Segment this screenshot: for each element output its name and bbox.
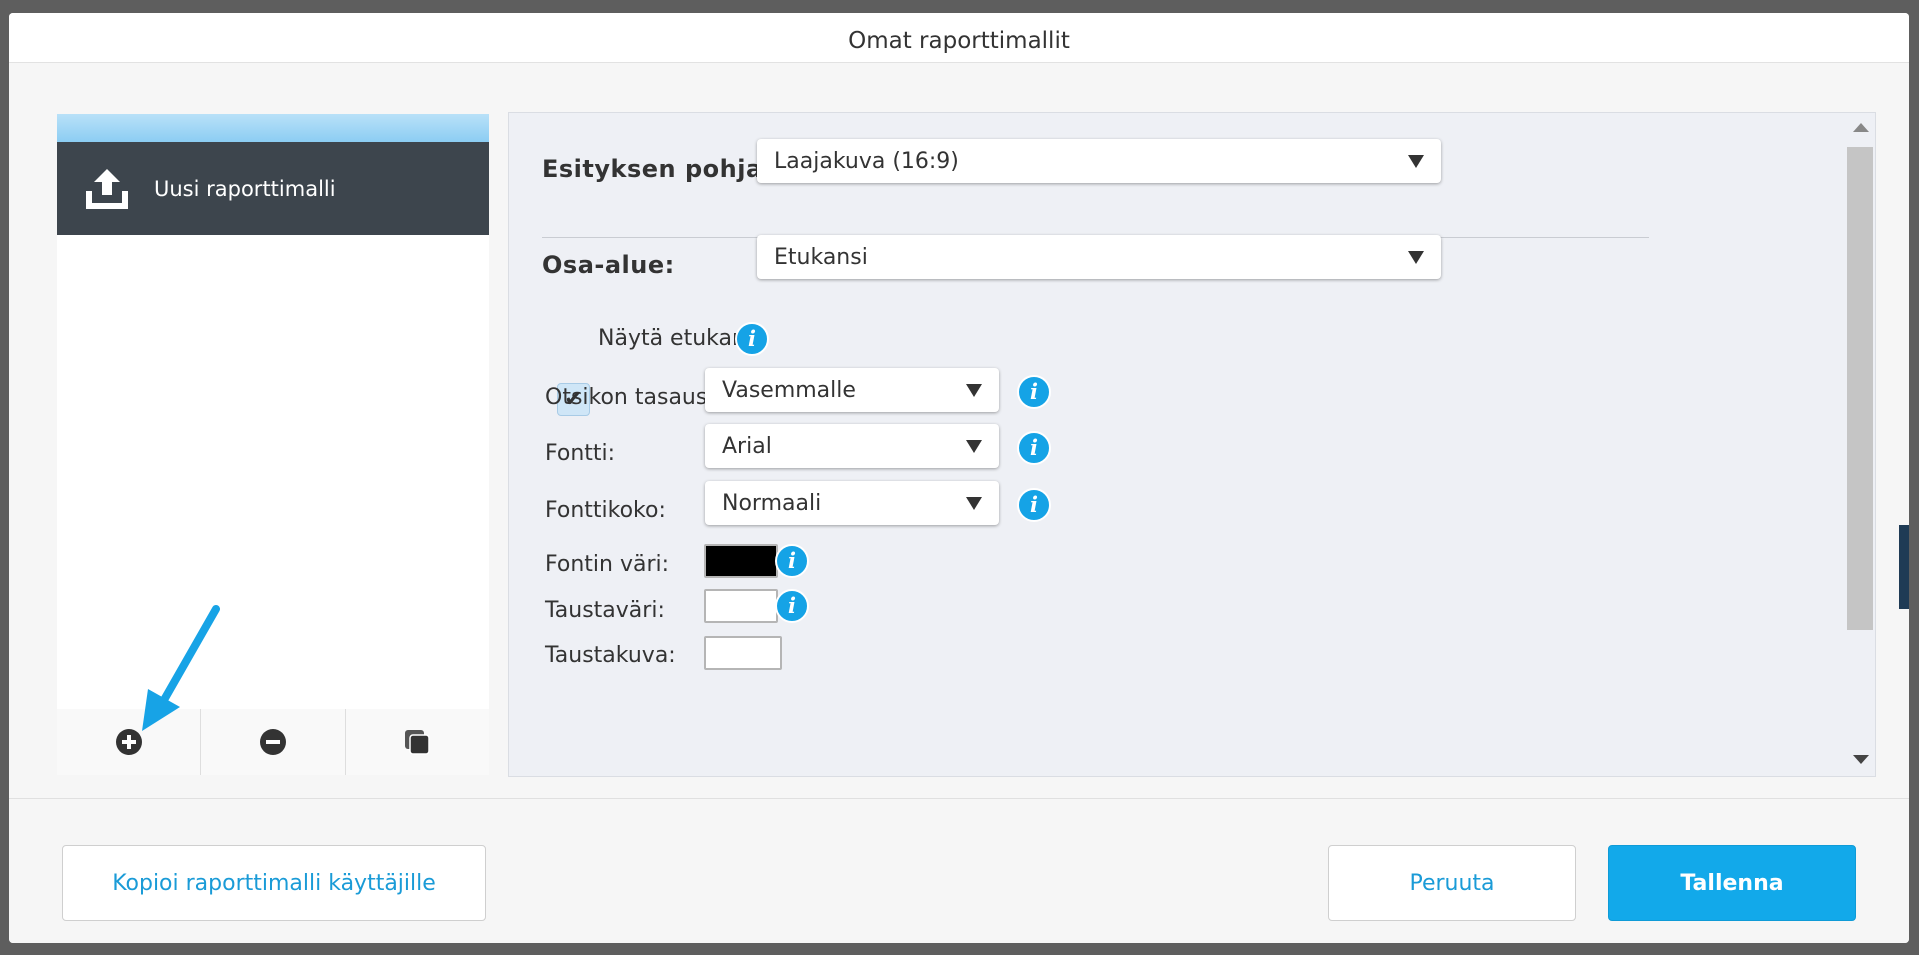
background-color-swatch[interactable] — [704, 589, 778, 623]
title-alignment-label: Otsikon tasaus: — [545, 385, 715, 410]
chevron-down-icon — [966, 440, 982, 453]
copy-template-button[interactable]: Kopioi raporttimalli käyttäjille — [62, 845, 486, 921]
scroll-thumb[interactable] — [1847, 147, 1873, 630]
presentation-base-value: Laajakuva (16:9) — [774, 148, 959, 174]
title-alignment-value: Vasemmalle — [722, 377, 856, 403]
scroll-up-icon[interactable] — [1853, 123, 1869, 132]
section-value: Etukansi — [774, 244, 868, 270]
font-size-value: Normaali — [722, 490, 822, 516]
remove-template-button[interactable] — [201, 709, 346, 775]
chevron-down-icon — [966, 384, 982, 397]
info-icon[interactable]: i — [1017, 431, 1051, 465]
template-item-label: Uusi raporttimalli — [154, 176, 336, 201]
template-settings-panel: Esityksen pohja: Laajakuva (16:9) Osa-al… — [508, 112, 1876, 777]
minus-circle-icon — [259, 729, 286, 755]
dialog-title: Omat raporttimallit — [9, 13, 1909, 63]
dialog-footer: Kopioi raporttimalli käyttäjille Peruuta… — [9, 798, 1909, 943]
section-label: Osa-alue: — [542, 251, 675, 279]
section-select[interactable]: Etukansi — [757, 235, 1441, 279]
template-toolbar — [57, 709, 489, 775]
chevron-down-icon — [1408, 155, 1424, 168]
font-value: Arial — [722, 433, 772, 459]
font-size-select[interactable]: Normaali — [705, 481, 999, 525]
font-color-label: Fontin väri: — [545, 552, 670, 577]
cancel-button[interactable]: Peruuta — [1328, 845, 1576, 921]
report-templates-dialog: Omat raporttimallit Uusi raporttimalli E… — [9, 13, 1909, 943]
title-alignment-select[interactable]: Vasemmalle — [705, 368, 999, 412]
info-icon[interactable]: i — [1017, 488, 1051, 522]
duplicate-icon — [405, 730, 431, 755]
font-label: Fontti: — [545, 441, 616, 466]
upload-icon — [86, 168, 128, 209]
background-edge — [1899, 525, 1909, 609]
background-color-label: Taustaväri: — [545, 598, 665, 623]
duplicate-template-button[interactable] — [346, 709, 489, 775]
template-item-new[interactable]: Uusi raporttimalli — [57, 142, 489, 235]
template-list-panel: Uusi raporttimalli — [57, 114, 489, 775]
presentation-base-select[interactable]: Laajakuva (16:9) — [757, 139, 1441, 183]
chevron-down-icon — [966, 497, 982, 510]
info-icon[interactable]: i — [735, 322, 769, 356]
chevron-down-icon — [1408, 251, 1424, 264]
font-select[interactable]: Arial — [705, 424, 999, 468]
background-image-picker[interactable] — [704, 636, 782, 670]
add-template-button[interactable] — [57, 709, 202, 775]
font-size-label: Fonttikoko: — [545, 498, 666, 523]
info-icon[interactable]: i — [775, 544, 809, 578]
settings-scrollbar[interactable] — [1845, 113, 1875, 776]
info-icon[interactable]: i — [775, 589, 809, 623]
font-color-swatch[interactable] — [704, 544, 778, 578]
presentation-base-label: Esityksen pohja: — [542, 155, 773, 183]
info-icon[interactable]: i — [1017, 375, 1051, 409]
background-image-label: Taustakuva: — [545, 643, 676, 668]
scroll-down-icon[interactable] — [1853, 755, 1869, 764]
plus-circle-icon — [115, 729, 142, 755]
template-list-header — [57, 114, 489, 142]
save-button[interactable]: Tallenna — [1608, 845, 1856, 921]
